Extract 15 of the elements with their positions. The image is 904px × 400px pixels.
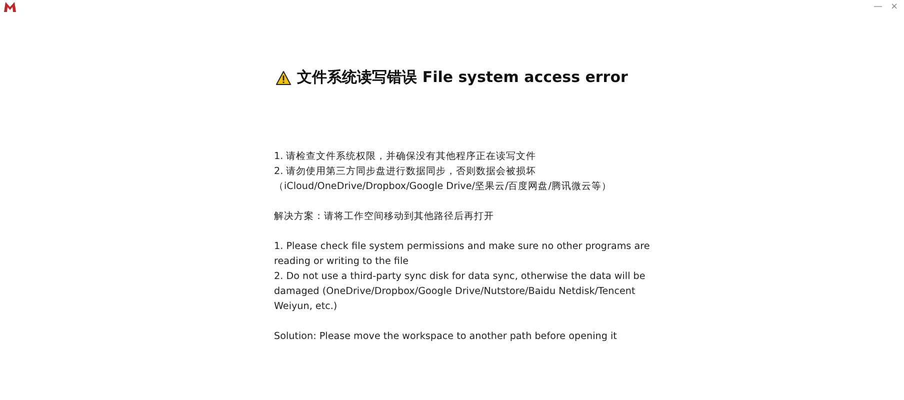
message-line: （iCloud/OneDrive/Dropbox/Google Drive/坚果云/百度网盘/腾讯微云等） — [274, 180, 612, 194]
message-line: 1. 请检查文件系统权限，并确保没有其他程序正在读写文件 — [274, 150, 536, 164]
message-line: damaged (OneDrive/Dropbox/Google Drive/Nutstore/Baidu Netdisk/Tencent — [274, 285, 636, 299]
warning-icon — [276, 70, 292, 84]
message-line: Weiyun, etc.) — [274, 300, 338, 314]
error-title: 文件系统读写错误 File system access error — [297, 68, 628, 87]
message-line: reading or writing to the file — [274, 255, 409, 269]
message-line: 2. 请勿使用第三方同步盘进行数据同步，否则数据会被损坏 — [274, 165, 536, 179]
message-line: 1. Please check file system permissions and make sure no other programs are — [274, 240, 650, 254]
message-line: 2. Do not use a third-party sync disk for data sync, otherwise the data will be — [274, 270, 646, 284]
message-line: 解决方案：请将工作空间移动到其他路径后再打开 — [274, 210, 494, 224]
close-button[interactable]: × — [890, 2, 898, 12]
message-line: Solution: Please move the workspace to another path before opening it — [274, 330, 617, 344]
app-logo-icon — [4, 2, 16, 12]
minimize-button[interactable]: — — [873, 2, 882, 12]
